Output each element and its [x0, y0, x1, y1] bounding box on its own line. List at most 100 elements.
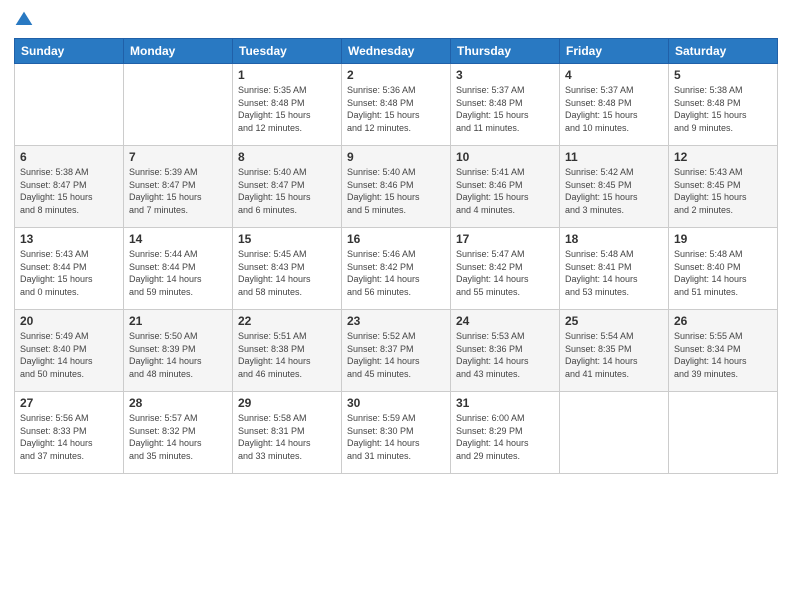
day-number: 21: [129, 314, 227, 328]
day-number: 16: [347, 232, 445, 246]
day-info: Sunrise: 5:43 AM Sunset: 8:45 PM Dayligh…: [674, 166, 772, 216]
calendar-cell: 14Sunrise: 5:44 AM Sunset: 8:44 PM Dayli…: [124, 228, 233, 310]
calendar-cell: [124, 64, 233, 146]
page: SundayMondayTuesdayWednesdayThursdayFrid…: [0, 0, 792, 612]
day-number: 26: [674, 314, 772, 328]
day-number: 18: [565, 232, 663, 246]
day-info: Sunrise: 5:38 AM Sunset: 8:47 PM Dayligh…: [20, 166, 118, 216]
weekday-header: Sunday: [15, 39, 124, 64]
day-info: Sunrise: 5:58 AM Sunset: 8:31 PM Dayligh…: [238, 412, 336, 462]
calendar-cell: 11 Sunrise: 5:42 AM Sunset: 8:45 PM Dayli…: [560, 146, 669, 228]
calendar-cell: 1 Sunrise: 5:35 AM Sunset: 8:48 PM Daylig…: [233, 64, 342, 146]
day-number: 15: [238, 232, 336, 246]
day-number: 31: [456, 396, 554, 410]
calendar-week-row: 1 Sunrise: 5:35 AM Sunset: 8:48 PM Daylig…: [15, 64, 778, 146]
calendar-cell: 28Sunrise: 5:57 AM Sunset: 8:32 PM Dayli…: [124, 392, 233, 474]
day-number: 14: [129, 232, 227, 246]
calendar-cell: 23Sunrise: 5:52 AM Sunset: 8:37 PM Dayli…: [342, 310, 451, 392]
weekday-header: Monday: [124, 39, 233, 64]
calendar-cell: 10Sunrise: 5:41 AM Sunset: 8:46 PM Dayli…: [451, 146, 560, 228]
calendar-cell: [669, 392, 778, 474]
calendar-week-row: 27 Sunrise: 5:56 AM Sunset: 8:33 PM Dayli…: [15, 392, 778, 474]
day-info: Sunrise: 5:53 AM Sunset: 8:36 PM Dayligh…: [456, 330, 554, 380]
day-number: 25: [565, 314, 663, 328]
day-number: 23: [347, 314, 445, 328]
day-info: Sunrise: 5:57 AM Sunset: 8:32 PM Dayligh…: [129, 412, 227, 462]
day-info: Sunrise: 5:46 AM Sunset: 8:42 PM Dayligh…: [347, 248, 445, 298]
calendar-cell: 3 Sunrise: 5:37 AM Sunset: 8:48 PM Daylig…: [451, 64, 560, 146]
calendar-cell: 2 Sunrise: 5:36 AM Sunset: 8:48 PM Daylig…: [342, 64, 451, 146]
day-number: 11: [565, 150, 663, 164]
day-info: Sunrise: 5:40 AM Sunset: 8:47 PM Dayligh…: [238, 166, 336, 216]
day-number: 3: [456, 68, 554, 82]
calendar-cell: [15, 64, 124, 146]
day-info: Sunrise: 5:59 AM Sunset: 8:30 PM Dayligh…: [347, 412, 445, 462]
day-info: Sunrise: 5:43 AM Sunset: 8:44 PM Dayligh…: [20, 248, 118, 298]
day-info: Sunrise: 5:55 AM Sunset: 8:34 PM Dayligh…: [674, 330, 772, 380]
logo: [14, 10, 36, 32]
calendar-table: SundayMondayTuesdayWednesdayThursdayFrid…: [14, 38, 778, 474]
weekday-header: Tuesday: [233, 39, 342, 64]
day-number: 6: [20, 150, 118, 164]
calendar-week-row: 6 Sunrise: 5:38 AM Sunset: 8:47 PM Daylig…: [15, 146, 778, 228]
calendar-cell: 9Sunrise: 5:40 AM Sunset: 8:46 PM Daylig…: [342, 146, 451, 228]
day-info: Sunrise: 5:41 AM Sunset: 8:46 PM Dayligh…: [456, 166, 554, 216]
day-info: Sunrise: 5:56 AM Sunset: 8:33 PM Dayligh…: [20, 412, 118, 462]
day-info: Sunrise: 6:00 AM Sunset: 8:29 PM Dayligh…: [456, 412, 554, 462]
day-info: Sunrise: 5:36 AM Sunset: 8:48 PM Dayligh…: [347, 84, 445, 134]
day-info: Sunrise: 5:48 AM Sunset: 8:40 PM Dayligh…: [674, 248, 772, 298]
day-number: 19: [674, 232, 772, 246]
day-info: Sunrise: 5:50 AM Sunset: 8:39 PM Dayligh…: [129, 330, 227, 380]
day-info: Sunrise: 5:39 AM Sunset: 8:47 PM Dayligh…: [129, 166, 227, 216]
day-info: Sunrise: 5:48 AM Sunset: 8:41 PM Dayligh…: [565, 248, 663, 298]
calendar-cell: 29Sunrise: 5:58 AM Sunset: 8:31 PM Dayli…: [233, 392, 342, 474]
header: [14, 10, 778, 32]
day-info: Sunrise: 5:49 AM Sunset: 8:40 PM Dayligh…: [20, 330, 118, 380]
calendar-cell: 22Sunrise: 5:51 AM Sunset: 8:38 PM Dayli…: [233, 310, 342, 392]
day-number: 27: [20, 396, 118, 410]
weekday-header: Wednesday: [342, 39, 451, 64]
calendar-cell: 20 Sunrise: 5:49 AM Sunset: 8:40 PM Dayli…: [15, 310, 124, 392]
calendar-cell: 31 Sunrise: 6:00 AM Sunset: 8:29 PM Dayli…: [451, 392, 560, 474]
calendar-cell: 19 Sunrise: 5:48 AM Sunset: 8:40 PM Dayli…: [669, 228, 778, 310]
day-number: 17: [456, 232, 554, 246]
day-info: Sunrise: 5:37 AM Sunset: 8:48 PM Dayligh…: [456, 84, 554, 134]
day-number: 8: [238, 150, 336, 164]
calendar-cell: 26 Sunrise: 5:55 AM Sunset: 8:34 PM Dayli…: [669, 310, 778, 392]
calendar-week-row: 13 Sunrise: 5:43 AM Sunset: 8:44 PM Dayli…: [15, 228, 778, 310]
day-number: 9: [347, 150, 445, 164]
day-info: Sunrise: 5:47 AM Sunset: 8:42 PM Dayligh…: [456, 248, 554, 298]
day-info: Sunrise: 5:45 AM Sunset: 8:43 PM Dayligh…: [238, 248, 336, 298]
calendar-cell: 4Sunrise: 5:37 AM Sunset: 8:48 PM Daylig…: [560, 64, 669, 146]
calendar-cell: 8 Sunrise: 5:40 AM Sunset: 8:47 PM Daylig…: [233, 146, 342, 228]
day-number: 1: [238, 68, 336, 82]
day-number: 7: [129, 150, 227, 164]
calendar-cell: 30 Sunrise: 5:59 AM Sunset: 8:30 PM Dayli…: [342, 392, 451, 474]
calendar-cell: 24Sunrise: 5:53 AM Sunset: 8:36 PM Dayli…: [451, 310, 560, 392]
calendar-cell: 27 Sunrise: 5:56 AM Sunset: 8:33 PM Dayli…: [15, 392, 124, 474]
calendar-cell: 25 Sunrise: 5:54 AM Sunset: 8:35 PM Dayli…: [560, 310, 669, 392]
day-number: 30: [347, 396, 445, 410]
day-number: 2: [347, 68, 445, 82]
weekday-header: Friday: [560, 39, 669, 64]
calendar-cell: 6 Sunrise: 5:38 AM Sunset: 8:47 PM Daylig…: [15, 146, 124, 228]
logo-icon: [14, 10, 34, 30]
calendar-cell: [560, 392, 669, 474]
weekday-header: Thursday: [451, 39, 560, 64]
day-info: Sunrise: 5:38 AM Sunset: 8:48 PM Dayligh…: [674, 84, 772, 134]
day-info: Sunrise: 5:35 AM Sunset: 8:48 PM Dayligh…: [238, 84, 336, 134]
weekday-header: Saturday: [669, 39, 778, 64]
day-info: Sunrise: 5:42 AM Sunset: 8:45 PM Dayligh…: [565, 166, 663, 216]
day-info: Sunrise: 5:37 AM Sunset: 8:48 PM Dayligh…: [565, 84, 663, 134]
calendar-cell: 12 Sunrise: 5:43 AM Sunset: 8:45 PM Dayli…: [669, 146, 778, 228]
day-info: Sunrise: 5:54 AM Sunset: 8:35 PM Dayligh…: [565, 330, 663, 380]
day-number: 5: [674, 68, 772, 82]
calendar-cell: 21 Sunrise: 5:50 AM Sunset: 8:39 PM Dayli…: [124, 310, 233, 392]
day-number: 20: [20, 314, 118, 328]
calendar-cell: 15 Sunrise: 5:45 AM Sunset: 8:43 PM Dayli…: [233, 228, 342, 310]
day-number: 13: [20, 232, 118, 246]
day-number: 12: [674, 150, 772, 164]
calendar-cell: 5 Sunrise: 5:38 AM Sunset: 8:48 PM Daylig…: [669, 64, 778, 146]
calendar-cell: 13 Sunrise: 5:43 AM Sunset: 8:44 PM Dayli…: [15, 228, 124, 310]
calendar-cell: 7 Sunrise: 5:39 AM Sunset: 8:47 PM Daylig…: [124, 146, 233, 228]
